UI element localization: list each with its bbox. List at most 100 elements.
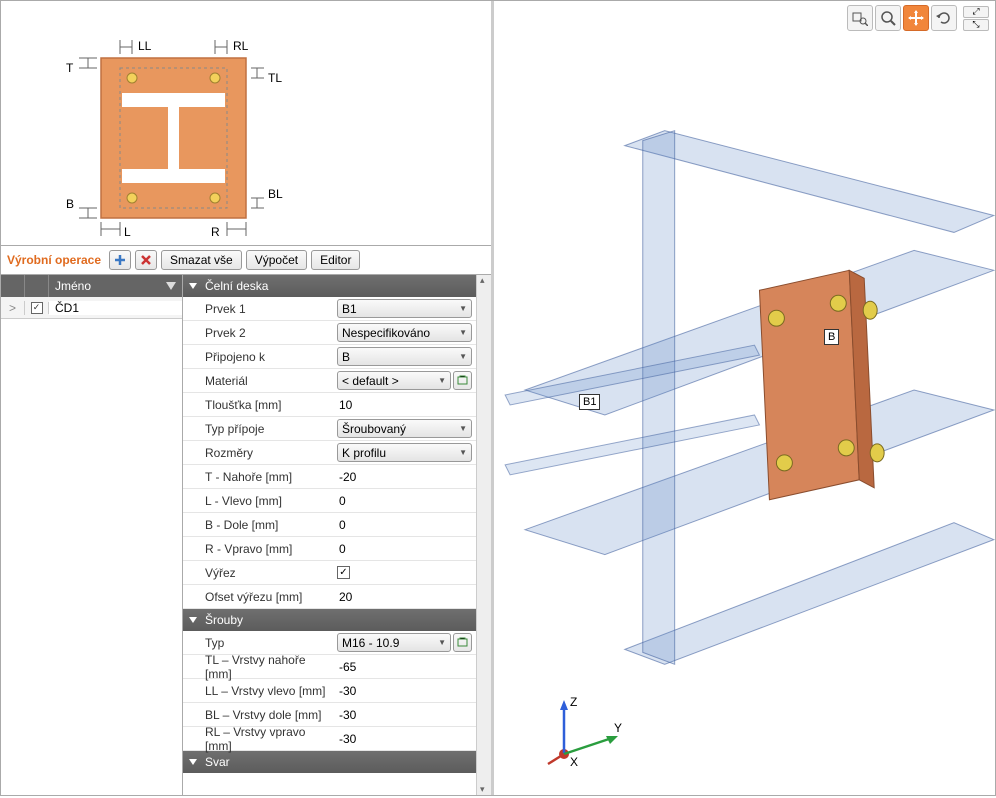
property-label: Prvek 1 bbox=[183, 302, 333, 316]
pan-button[interactable] bbox=[903, 5, 929, 31]
property-value[interactable]: M16 - 10.9▼ bbox=[333, 633, 476, 652]
operations-toolbar: Výrobní operace Smazat vše Výpočet Edito… bbox=[1, 246, 491, 275]
property-grid: Čelní deska Prvek 1 B1▼ Prvek 2Nespecifikov… bbox=[183, 275, 491, 795]
property-text[interactable]: 0 bbox=[337, 494, 346, 508]
property-label: Připojeno k bbox=[183, 350, 333, 364]
svg-text:Y: Y bbox=[614, 721, 622, 735]
add-operation-button[interactable] bbox=[109, 250, 131, 270]
delete-operation-button[interactable] bbox=[135, 250, 157, 270]
property-text[interactable]: -20 bbox=[337, 470, 356, 484]
property-value[interactable]: < default >▼ bbox=[333, 371, 476, 390]
property-row: Prvek 2Nespecifikováno▼ bbox=[183, 321, 476, 345]
scrollbar[interactable] bbox=[476, 275, 491, 795]
svg-text:T: T bbox=[66, 61, 74, 75]
property-value[interactable]: -30 bbox=[333, 684, 476, 698]
property-label: TL – Vrstvy nahoře [mm] bbox=[183, 653, 333, 681]
property-combo[interactable]: < default >▼ bbox=[337, 371, 451, 390]
property-browse-button[interactable] bbox=[453, 371, 472, 390]
zoom-window-button[interactable] bbox=[847, 5, 873, 31]
property-value[interactable]: ✓ bbox=[333, 566, 476, 579]
property-text[interactable]: 0 bbox=[337, 518, 346, 532]
property-label: Rozměry bbox=[183, 446, 333, 460]
svg-text:Z: Z bbox=[570, 695, 577, 709]
property-value[interactable]: Nespecifikováno▼ bbox=[333, 323, 476, 342]
property-text[interactable]: -30 bbox=[337, 732, 356, 746]
property-value[interactable]: 0 bbox=[333, 494, 476, 508]
property-value[interactable]: -20 bbox=[333, 470, 476, 484]
property-label: Typ přípoje bbox=[183, 422, 333, 436]
property-row: Prvek 1 B1▼ bbox=[183, 297, 476, 321]
lower-split: Jméno > ✓ ČD1 Čelní deskaPrvek 1B1▼Prvek… bbox=[1, 275, 491, 795]
property-combo[interactable]: B1▼ bbox=[337, 299, 472, 318]
svg-text:X: X bbox=[570, 755, 578, 769]
property-value[interactable]: K profilu▼ bbox=[333, 443, 476, 462]
property-row: BL – Vrstvy dole [mm] -30 bbox=[183, 703, 476, 727]
axis-gizmo: Z Y X bbox=[544, 692, 634, 775]
property-row: TypM16 - 10.9▼ bbox=[183, 631, 476, 655]
property-row: TL – Vrstvy nahoře [mm] -65 bbox=[183, 655, 476, 679]
property-text[interactable]: -30 bbox=[337, 684, 356, 698]
filter-icon[interactable] bbox=[166, 282, 176, 290]
section-header[interactable]: Svar bbox=[183, 751, 476, 773]
zoom-button[interactable] bbox=[875, 5, 901, 31]
property-row: Ofset výřezu [mm] 20 bbox=[183, 585, 476, 609]
svg-text:TL: TL bbox=[268, 71, 282, 85]
property-text[interactable]: 20 bbox=[337, 590, 352, 604]
operations-grid: Jméno > ✓ ČD1 bbox=[1, 275, 183, 795]
property-row: Tloušťka [mm]10 bbox=[183, 393, 476, 417]
property-checkbox[interactable]: ✓ bbox=[337, 566, 350, 579]
left-pane: T B L R LL RL TL B bbox=[1, 1, 494, 795]
section-header[interactable]: Čelní deska bbox=[183, 275, 476, 297]
label-member-b: B bbox=[824, 329, 839, 345]
grid-row[interactable]: > ✓ ČD1 bbox=[1, 297, 182, 319]
row-indicator: > bbox=[1, 301, 25, 315]
svg-text:LL: LL bbox=[138, 39, 152, 53]
property-row: Výřez ✓ bbox=[183, 561, 476, 585]
property-combo[interactable]: B▼ bbox=[337, 347, 472, 366]
svg-text:L: L bbox=[124, 225, 131, 238]
row-enabled-checkbox[interactable]: ✓ bbox=[31, 302, 43, 314]
property-combo[interactable]: Nespecifikováno▼ bbox=[337, 323, 472, 342]
property-value[interactable]: -30 bbox=[333, 708, 476, 722]
property-value[interactable]: B1▼ bbox=[333, 299, 476, 318]
property-combo[interactable]: Šroubovaný▼ bbox=[337, 419, 472, 438]
property-label: B - Dole [mm] bbox=[183, 518, 333, 532]
svg-text:B: B bbox=[66, 197, 74, 211]
property-value[interactable]: 0 bbox=[333, 518, 476, 532]
editor-button[interactable]: Editor bbox=[311, 250, 360, 270]
property-value[interactable]: -65 bbox=[333, 660, 476, 674]
property-browse-button[interactable] bbox=[453, 633, 472, 652]
section-header[interactable]: Šrouby bbox=[183, 609, 476, 631]
property-label: T - Nahoře [mm] bbox=[183, 470, 333, 484]
property-text[interactable]: -30 bbox=[337, 708, 356, 722]
property-row: R - Vpravo [mm]0 bbox=[183, 537, 476, 561]
property-value[interactable]: 20 bbox=[333, 590, 476, 604]
property-row: L - Vlevo [mm]0 bbox=[183, 489, 476, 513]
row-name-cell[interactable]: ČD1 bbox=[49, 301, 182, 315]
expand-button[interactable]: ⤢ bbox=[963, 6, 989, 18]
property-label: Ofset výřezu [mm] bbox=[183, 590, 333, 604]
property-value[interactable]: B▼ bbox=[333, 347, 476, 366]
rotate-button[interactable] bbox=[931, 5, 957, 31]
property-label: Výřez bbox=[183, 566, 333, 580]
property-label: BL – Vrstvy dole [mm] bbox=[183, 708, 333, 722]
property-text[interactable]: 0 bbox=[337, 542, 346, 556]
column-header-name[interactable]: Jméno bbox=[55, 279, 91, 293]
property-value[interactable]: 10 bbox=[333, 398, 476, 412]
property-text[interactable]: 10 bbox=[337, 398, 352, 412]
grid-header: Jméno bbox=[1, 275, 182, 297]
viewport-toolbar: ⤢ ⤡ bbox=[847, 5, 989, 31]
property-value[interactable]: 0 bbox=[333, 542, 476, 556]
property-row: LL – Vrstvy vlevo [mm]-30 bbox=[183, 679, 476, 703]
property-value[interactable]: Šroubovaný▼ bbox=[333, 419, 476, 438]
viewport-3d[interactable]: B B1 Z Y X bbox=[494, 1, 995, 795]
property-value[interactable]: -30 bbox=[333, 732, 476, 746]
calculate-button[interactable]: Výpočet bbox=[246, 250, 307, 270]
svg-text:R: R bbox=[211, 225, 220, 238]
collapse-button[interactable]: ⤡ bbox=[963, 19, 989, 31]
app-root: T B L R LL RL TL B bbox=[0, 0, 996, 796]
property-text[interactable]: -65 bbox=[337, 660, 356, 674]
clear-all-button[interactable]: Smazat vše bbox=[161, 250, 242, 270]
property-combo[interactable]: K profilu▼ bbox=[337, 443, 472, 462]
property-combo[interactable]: M16 - 10.9▼ bbox=[337, 633, 451, 652]
